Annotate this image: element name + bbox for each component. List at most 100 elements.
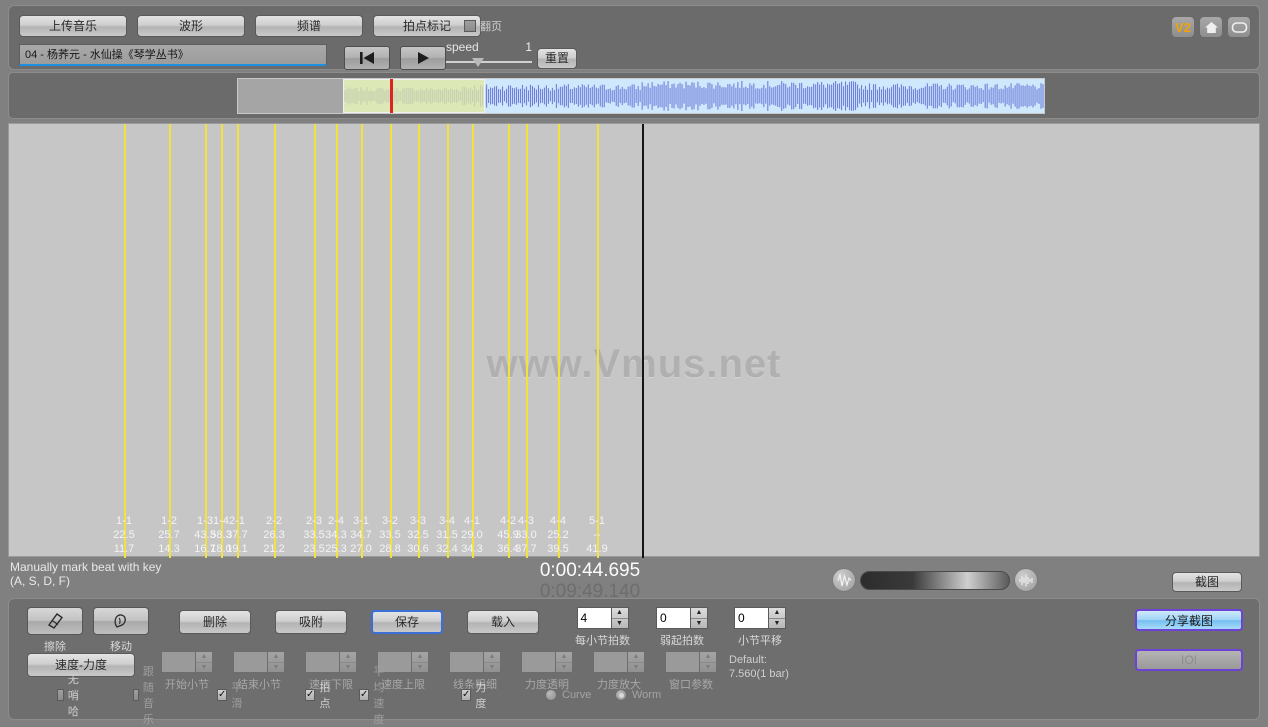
load-button[interactable]: 载入	[467, 610, 539, 634]
beat-line[interactable]	[558, 124, 560, 558]
spinner-control[interactable]: 0▲▼	[656, 607, 708, 629]
radio-worm[interactable]: Worm	[615, 689, 661, 701]
spinner-down-icon: ▼	[556, 663, 572, 673]
spinner-down-icon[interactable]: ▼	[691, 619, 707, 629]
upload-music-button[interactable]: 上传音乐	[19, 15, 127, 37]
beat-line[interactable]	[124, 124, 126, 558]
checkbox-option[interactable]: ✓拍点	[305, 679, 332, 711]
mix-slider-group[interactable]	[832, 568, 1038, 592]
checkbox-box[interactable]: ✓	[461, 689, 471, 701]
spinner-arrows: ▲▼	[483, 651, 501, 673]
ioi-button[interactable]: IOI	[1135, 649, 1243, 671]
beat-line[interactable]	[205, 124, 207, 558]
beat-line[interactable]	[336, 124, 338, 558]
spinner-label: 速度上限	[381, 676, 425, 692]
spinner-down-icon[interactable]: ▼	[769, 619, 785, 629]
beat-line[interactable]	[390, 124, 392, 558]
waveform-left-icon[interactable]	[832, 568, 856, 592]
checkbox-box[interactable]: ✓	[305, 689, 315, 701]
waveform-right-icon[interactable]	[1014, 568, 1038, 592]
slider-knob[interactable]	[472, 58, 484, 67]
beat-line[interactable]	[472, 124, 474, 558]
beat-line[interactable]	[418, 124, 420, 558]
spinner-down-icon[interactable]: ▼	[612, 619, 628, 629]
checkbox-option[interactable]: 无哨哈	[57, 671, 84, 719]
spinner-arrows[interactable]: ▲▼	[690, 607, 708, 629]
beat-canvas[interactable]: www.Vmus.net 1-122.511.71-225.714.31-343…	[8, 123, 1260, 557]
spectrum-button[interactable]: 频谱	[255, 15, 363, 37]
spinner-arrows[interactable]: ▲▼	[611, 607, 629, 629]
beat-line[interactable]	[447, 124, 449, 558]
share-screenshot-button[interactable]: 分享截图	[1135, 609, 1243, 631]
beat-line[interactable]	[274, 124, 276, 558]
radio-curve[interactable]: Curve	[545, 689, 591, 701]
beat-line[interactable]	[237, 124, 239, 558]
save-button[interactable]: 保存	[371, 610, 443, 634]
spinner-control: ▲▼	[161, 651, 213, 673]
spinner-value[interactable]: 4	[577, 607, 611, 629]
spinner-up-icon: ▲	[556, 652, 572, 663]
speed-slider[interactable]	[446, 57, 532, 67]
erase-tool[interactable]: 擦除	[27, 607, 83, 654]
move-button[interactable]	[93, 607, 149, 635]
checkbox-option[interactable]: 跟随音乐	[133, 663, 160, 727]
checkbox-option[interactable]: ✓平滑	[217, 679, 244, 711]
current-time: 0:00:44.695	[440, 560, 740, 581]
spinner-arrows[interactable]: ▲▼	[768, 607, 786, 629]
home-icon[interactable]	[1199, 16, 1223, 38]
spinner-control: ▲▼	[305, 651, 357, 673]
radio-dot[interactable]	[545, 689, 557, 701]
spinner-label: 小节平移	[738, 632, 782, 648]
canvas-playhead[interactable]	[642, 124, 644, 558]
beat-line[interactable]	[597, 124, 599, 558]
radio-dot[interactable]	[615, 689, 627, 701]
v2-badge-icon[interactable]: V2	[1171, 16, 1195, 38]
overview-selection[interactable]	[343, 79, 485, 113]
overview-playhead[interactable]	[390, 78, 393, 114]
snap-button[interactable]: 吸附	[275, 610, 347, 634]
beat-line[interactable]	[169, 124, 171, 558]
move-tool[interactable]: 移动	[93, 607, 149, 654]
beat-id: 1-1	[102, 514, 146, 528]
checkbox-box	[464, 20, 476, 32]
spinner-label: 弱起拍数	[660, 632, 704, 648]
flip-page-checkbox[interactable]: 翻页	[464, 18, 502, 34]
track-name-field[interactable]: 04 - 杨荞元 - 水仙操《琴学丛书》	[19, 44, 327, 66]
checkbox-box[interactable]	[57, 689, 64, 701]
rewind-to-start-button[interactable]	[344, 46, 390, 70]
checkbox-box[interactable]	[133, 689, 139, 701]
flip-page-label: 翻页	[480, 18, 502, 34]
speed-control[interactable]: speed 1	[446, 40, 532, 67]
mix-slider[interactable]	[860, 571, 1010, 590]
beat-line[interactable]	[361, 124, 363, 558]
beat-line[interactable]	[221, 124, 223, 558]
delete-button[interactable]: 删除	[179, 610, 251, 634]
capture-icon[interactable]	[1227, 16, 1251, 38]
checkbox-option[interactable]: ✓力度	[461, 679, 488, 711]
spinner-control[interactable]: 0▲▼	[734, 607, 786, 629]
waveform-button[interactable]: 波形	[137, 15, 245, 37]
checkbox-box[interactable]: ✓	[359, 689, 369, 701]
spinner-value[interactable]: 0	[734, 607, 768, 629]
spinner-value[interactable]: 0	[656, 607, 690, 629]
beat-id: 2-2	[252, 514, 296, 528]
spinner-control[interactable]: 4▲▼	[577, 607, 629, 629]
reset-button[interactable]: 重置	[537, 48, 577, 69]
spinner-up-icon[interactable]: ▲	[691, 608, 707, 619]
spinner-up-icon[interactable]: ▲	[612, 608, 628, 619]
spinner-control: ▲▼	[449, 651, 501, 673]
beat-line[interactable]	[526, 124, 528, 558]
erase-button[interactable]	[27, 607, 83, 635]
spinner-label: 每小节拍数	[575, 632, 630, 648]
spinner-up-icon[interactable]: ▲	[769, 608, 785, 619]
beat-line[interactable]	[314, 124, 316, 558]
hint-line-1: Manually mark beat with key	[10, 560, 310, 574]
snapshot-button[interactable]: 截图	[1172, 572, 1242, 592]
checkbox-box[interactable]: ✓	[217, 689, 227, 701]
beat-line[interactable]	[508, 124, 510, 558]
spinner-arrows: ▲▼	[555, 651, 573, 673]
play-button[interactable]	[400, 46, 446, 70]
spinner-arrows: ▲▼	[195, 651, 213, 673]
checkbox-option[interactable]: ✓平均速度	[359, 663, 386, 727]
overview-waveform[interactable]	[237, 78, 1045, 114]
